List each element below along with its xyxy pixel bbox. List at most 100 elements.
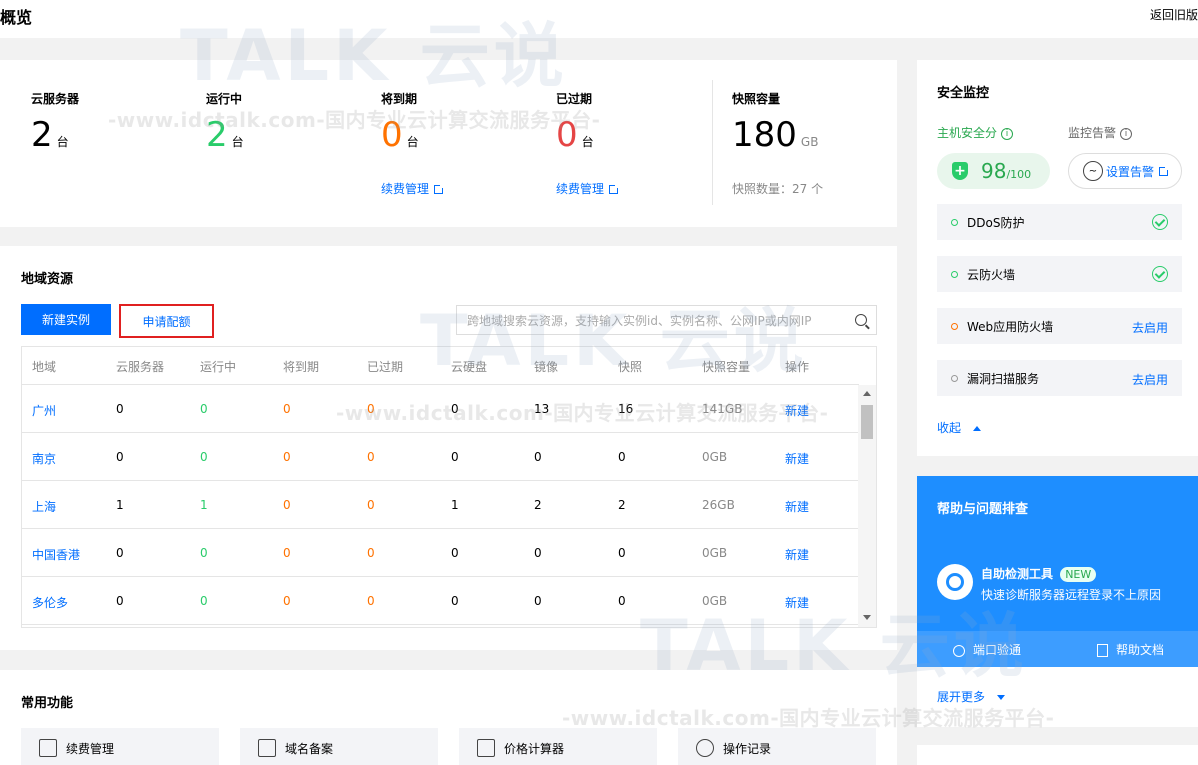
image-count: 13 xyxy=(534,402,550,416)
image-count: 2 xyxy=(534,498,542,512)
running-count: 0 xyxy=(200,546,208,560)
monitor-alarm-label: 监控告警 i xyxy=(1068,124,1133,141)
new-link[interactable]: 新建 xyxy=(785,402,809,419)
new-link[interactable]: 新建 xyxy=(785,594,809,611)
external-link-icon xyxy=(1159,165,1170,176)
stat-unit: 台 xyxy=(406,135,419,149)
region-link[interactable]: 多伦多 xyxy=(32,594,68,611)
scroll-down-icon[interactable] xyxy=(863,615,871,620)
stat-value: 180 xyxy=(732,115,797,155)
set-alarm-label: 设置告警 xyxy=(1106,164,1155,179)
port-check-button[interactable]: 端口验通 xyxy=(953,641,1021,658)
expand-more-toggle[interactable]: 展开更多 xyxy=(937,688,1005,705)
table-row: 中国香港 0 0 0 0 0 0 0 0GB 新建 xyxy=(22,529,859,577)
enable-link[interactable]: 去启用 xyxy=(1132,371,1168,388)
check-circle-icon xyxy=(1152,266,1168,282)
status-dot xyxy=(951,270,958,278)
column-header: 已过期 xyxy=(367,360,404,374)
stat-value: 2 xyxy=(206,115,228,155)
renewal-management-link[interactable]: 续费管理 xyxy=(381,180,445,197)
domain-filing-shortcut[interactable]: 域名备案 xyxy=(240,728,438,765)
help-docs-button[interactable]: 帮助文档 xyxy=(1097,641,1164,658)
back-to-old-version-link[interactable]: 返回旧版 xyxy=(1150,6,1198,23)
security-score-button[interactable]: + 98 /100 xyxy=(937,153,1050,189)
apply-quota-button[interactable]: 申请配额 xyxy=(119,304,214,338)
new-instance-button[interactable]: 新建实例 xyxy=(21,304,111,335)
search-input[interactable]: 跨地域搜索云资源，支持输入实例id、实例名称、公网IP或内网IP xyxy=(456,305,877,335)
document-icon xyxy=(1097,644,1108,657)
column-header: 地域 xyxy=(32,360,57,374)
table-row: 多伦多 0 0 0 0 0 0 0 0GB 新建 xyxy=(22,577,859,625)
expired-count: 0 xyxy=(367,402,375,416)
disk-count: 1 xyxy=(451,498,459,512)
expired-count: 0 xyxy=(367,546,375,560)
help-actions-bar: 端口验通 帮助文档 xyxy=(917,631,1198,667)
region-resources-card: 地域资源 新建实例 申请配额 跨地域搜索云资源，支持输入实例id、实例名称、公网… xyxy=(0,246,897,650)
cvm-count: 0 xyxy=(116,450,124,464)
running-count: 0 xyxy=(200,402,208,416)
snapshot-capacity: 141GB xyxy=(702,402,743,416)
disk-count: 0 xyxy=(451,594,459,608)
enable-link[interactable]: 去启用 xyxy=(1132,319,1168,336)
snapshot-capacity: 0GB xyxy=(702,594,728,608)
shortcut-label: 域名备案 xyxy=(285,741,334,756)
snapshot-count: 快照数量：27 个 xyxy=(732,182,824,196)
region-link[interactable]: 中国香港 xyxy=(32,546,80,563)
table-header: 地域 云服务器 运行中 将到期 已过期 云硬盘 镜像 快照 快照容量 操作 xyxy=(22,347,859,385)
expired-count: 0 xyxy=(367,594,375,608)
region-link[interactable]: 上海 xyxy=(32,498,56,515)
help-more-area: 展开更多 xyxy=(917,667,1198,727)
cvm-count: 0 xyxy=(116,546,124,560)
scroll-up-icon[interactable] xyxy=(863,391,871,396)
shortcut-label: 价格计算器 xyxy=(504,741,565,756)
expiring-count: 0 xyxy=(283,546,291,560)
pulse-icon: ~ xyxy=(1083,161,1103,181)
region-table: 地域 云服务器 运行中 将到期 已过期 云硬盘 镜像 快照 快照容量 操作 广州… xyxy=(21,346,877,628)
next-card-stub xyxy=(917,745,1198,765)
renewal-management-link[interactable]: 续费管理 xyxy=(556,180,620,197)
set-alarm-button[interactable]: ~ 设置告警 xyxy=(1068,153,1182,189)
operation-history-shortcut[interactable]: 操作记录 xyxy=(678,728,876,765)
waf-item[interactable]: Web应用防火墙 去启用 xyxy=(937,308,1182,344)
section-title: 常用功能 xyxy=(21,696,74,711)
stat-value: 0 xyxy=(381,115,403,155)
column-header: 运行中 xyxy=(200,360,237,374)
collapse-toggle[interactable]: 收起 xyxy=(937,419,981,436)
snapshot-count: 0 xyxy=(618,450,626,464)
new-link[interactable]: 新建 xyxy=(785,546,809,563)
cloud-firewall-item[interactable]: 云防火墙 xyxy=(937,256,1182,292)
disk-count: 0 xyxy=(451,450,459,464)
info-icon[interactable]: i xyxy=(1001,127,1014,140)
region-link[interactable]: 广州 xyxy=(32,402,56,419)
new-link[interactable]: 新建 xyxy=(785,450,809,467)
running-count: 0 xyxy=(200,594,208,608)
search-placeholder: 跨地域搜索云资源，支持输入实例id、实例名称、公网IP或内网IP xyxy=(467,313,812,328)
stat-label: 运行中 xyxy=(206,92,243,106)
diagnostic-tool-title[interactable]: 自助检测工具 NEW xyxy=(981,565,1097,582)
price-calculator-shortcut[interactable]: 价格计算器 xyxy=(459,728,657,765)
region-link[interactable]: 南京 xyxy=(32,450,56,467)
history-icon xyxy=(696,739,714,757)
image-count: 0 xyxy=(534,450,542,464)
table-row: 上海 1 1 0 0 1 2 2 26GB 新建 xyxy=(22,481,859,529)
expiring-count: 0 xyxy=(283,594,291,608)
column-header: 云服务器 xyxy=(116,360,165,374)
new-link[interactable]: 新建 xyxy=(785,498,809,515)
renew-management-shortcut[interactable]: 续费管理 xyxy=(21,728,219,765)
image-count: 0 xyxy=(534,594,542,608)
table-row: 南京 0 0 0 0 0 0 0 0GB 新建 xyxy=(22,433,859,481)
scroll-thumb[interactable] xyxy=(861,405,873,439)
stat-label: 云服务器 xyxy=(31,92,80,106)
vulnerability-scan-item[interactable]: 漏洞扫描服务 去启用 xyxy=(937,360,1182,396)
ddos-protection-item[interactable]: DDoS防护 xyxy=(937,204,1182,240)
section-title: 帮助与问题排查 xyxy=(937,502,1029,517)
search-icon-handle xyxy=(865,324,870,330)
info-icon[interactable]: i xyxy=(1120,127,1133,140)
running-count: 0 xyxy=(200,450,208,464)
column-header: 云硬盘 xyxy=(451,360,488,374)
snapshot-capacity: 0GB xyxy=(702,546,728,560)
diagnostic-tool-desc: 快速诊断服务器远程登录不上原因 xyxy=(981,588,1162,602)
stat-value: 0 xyxy=(556,115,578,155)
table-scrollbar[interactable] xyxy=(858,385,876,627)
column-header: 将到期 xyxy=(283,360,320,374)
